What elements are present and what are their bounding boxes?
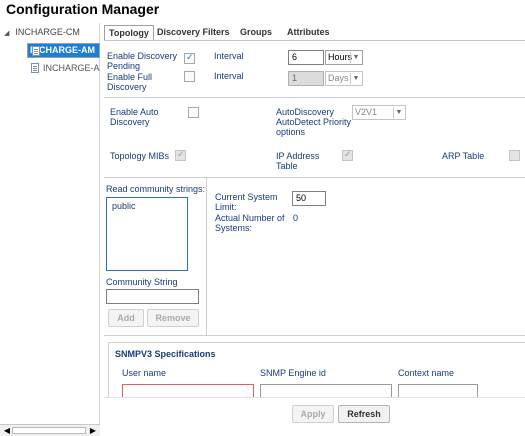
interval-days-value: Days (328, 73, 349, 83)
expand-triangle-icon[interactable]: ◢ (4, 30, 9, 37)
footer-divider (104, 397, 525, 398)
enable-discovery-pending-checkbox[interactable] (184, 52, 195, 64)
tree-item[interactable]: INCHARGE-AM (27, 61, 100, 76)
community-string-label: Community String (106, 277, 178, 287)
user-name-header: User name (122, 368, 167, 378)
enable-full-discovery-label: Enable Full Discovery (107, 72, 153, 92)
interval-hours-input[interactable]: 6 (288, 50, 324, 65)
enable-discovery-pending-label: Enable Discovery Pending (107, 51, 178, 71)
list-item[interactable]: public (107, 198, 187, 214)
current-system-limit-label: Current System Limit: (215, 192, 278, 212)
actual-systems-value: 0 (293, 213, 299, 223)
topology-mibs-checkbox[interactable] (175, 149, 186, 161)
document-icon (32, 46, 40, 56)
tab-attributes[interactable]: Attributes (287, 25, 330, 41)
autodetect-priority-label: AutoDiscovery AutoDetect Priority option… (276, 107, 352, 137)
tab-topology[interactable]: Topology (104, 25, 154, 41)
section-divider (104, 97, 525, 98)
read-community-label: Read community strings: (106, 184, 206, 194)
context-name-header: Context name (398, 368, 455, 378)
arp-table-label: ARP Table (442, 151, 485, 161)
tree-item-label: INCHARGE-AM (43, 63, 100, 73)
section-divider (104, 177, 525, 178)
scroll-left-arrow-icon[interactable]: ◀ (2, 426, 12, 436)
interval-days-input[interactable]: 1 (288, 71, 324, 86)
chevron-down-icon[interactable]: ▼ (393, 107, 404, 118)
user-name-input[interactable] (122, 384, 254, 397)
chevron-down-icon[interactable]: ▼ (350, 73, 361, 84)
enable-auto-discovery-checkbox[interactable] (188, 107, 199, 118)
actual-systems-label: Actual Number of Systems: (215, 213, 285, 233)
tree-root[interactable]: ◢ INCHARGE-CM (4, 27, 80, 37)
device-tree: ◢ INCHARGE-CM INCHARGE-AM INCHARGE-AM (0, 23, 100, 425)
arp-table-checkbox[interactable] (509, 150, 520, 161)
section-divider (104, 335, 525, 336)
snmpv3-heading: SNMPV3 Specifications (115, 349, 216, 359)
community-string-input[interactable] (106, 289, 199, 304)
remove-button[interactable]: Remove (147, 309, 199, 327)
page-title: Configuration Manager (6, 1, 160, 17)
ip-address-table-label: IP Address Table (276, 151, 320, 171)
autodetect-priority-select[interactable]: V2V1 ▼ (352, 105, 406, 120)
interval-label: Interval (214, 51, 244, 61)
topology-panel: Enable Discovery Pending Interval 6 Hour… (104, 41, 525, 436)
tree-root-label: INCHARGE-CM (15, 27, 80, 37)
community-list[interactable]: public (106, 197, 188, 271)
ip-address-table-checkbox[interactable] (342, 149, 353, 161)
chevron-down-icon[interactable]: ▼ (350, 52, 361, 63)
interval-unit-select[interactable]: Hours ▼ (325, 50, 363, 65)
enable-full-discovery-checkbox[interactable] (184, 71, 195, 82)
snmp-box-left (108, 342, 109, 397)
scrollbar-thumb[interactable] (12, 427, 86, 434)
snmp-box-top (108, 342, 525, 343)
tab-groups[interactable]: Groups (240, 25, 272, 41)
context-name-input[interactable] (398, 384, 478, 397)
apply-button[interactable]: Apply (292, 405, 334, 423)
snmp-engine-id-input[interactable] (260, 384, 392, 397)
refresh-button[interactable]: Refresh (338, 405, 390, 423)
current-system-limit-input[interactable]: 50 (292, 191, 326, 206)
scroll-right-arrow-icon[interactable]: ▶ (88, 426, 98, 436)
interval-label: Interval (214, 71, 244, 81)
topology-mibs-label: Topology MIBs (110, 151, 170, 161)
enable-auto-discovery-label: Enable Auto Discovery (110, 107, 159, 127)
tab-discovery-filters[interactable]: Discovery Filters (157, 25, 230, 41)
interval-days-select[interactable]: Days ▼ (325, 71, 363, 86)
interval-unit-value: Hours (328, 52, 353, 62)
tree-horizontal-scrollbar[interactable]: ◀ ▶ (0, 424, 100, 436)
column-divider (206, 178, 207, 335)
document-icon (31, 63, 39, 73)
tree-item-selected[interactable]: INCHARGE-AM (27, 43, 100, 58)
add-button[interactable]: Add (108, 309, 144, 327)
snmp-engine-id-header: SNMP Engine id (260, 368, 326, 378)
autodetect-priority-value: V2V1 (355, 107, 378, 117)
